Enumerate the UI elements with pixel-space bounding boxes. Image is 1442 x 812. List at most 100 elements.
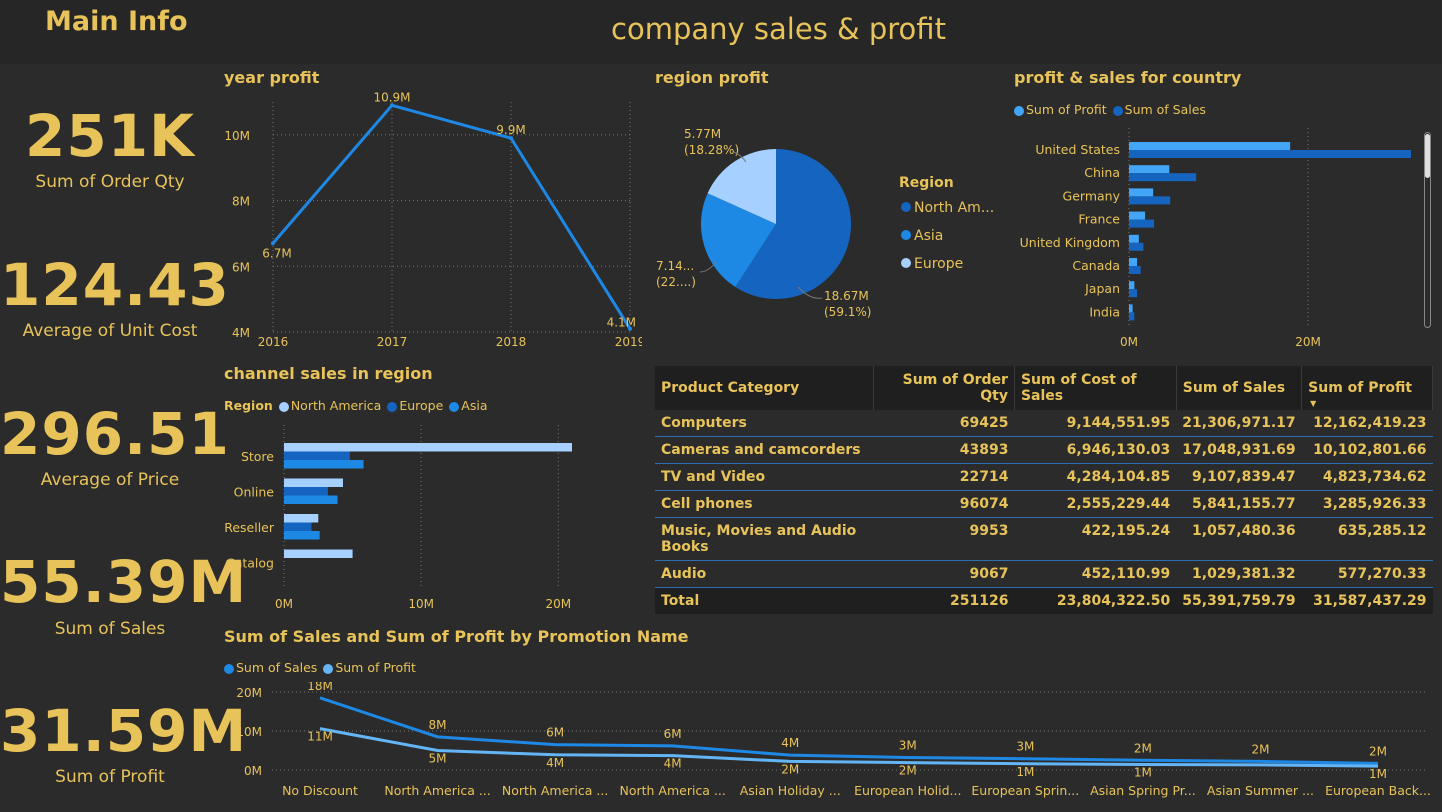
legend-item-europe[interactable]: Europe (387, 398, 443, 413)
table-cell: 96074 (873, 490, 1015, 518)
legend-item-profit[interactable]: Sum of Profit (1014, 102, 1107, 117)
legend-item-asia[interactable]: Asia (449, 398, 488, 413)
table-cell: 5,841,155.77 (1176, 490, 1302, 518)
bar (284, 451, 350, 460)
pie-legend-item: North Am... (914, 200, 994, 216)
legend-item-sum-profit[interactable]: Sum of Profit (323, 660, 416, 675)
bar (284, 478, 343, 487)
country-legend: Sum of Profit Sum of Sales (1014, 102, 1206, 117)
slice-label-europe: (18.28%) (684, 143, 739, 157)
data-label: 2M (1251, 742, 1269, 756)
x-tick-label: 0M (275, 597, 293, 611)
slice-label-north-america: 18.67M (824, 289, 869, 303)
category-label: France (1078, 212, 1120, 227)
col-header-order-qty[interactable]: Sum of Order Qty (873, 366, 1015, 410)
col-header-category[interactable]: Product Category (655, 366, 875, 410)
x-tick-label: European Back... (1325, 783, 1431, 798)
data-label: 18M (307, 682, 333, 693)
col-header-sales[interactable]: Sum of Sales (1176, 366, 1303, 410)
col-header-cost[interactable]: Sum of Cost of Sales (1014, 366, 1177, 410)
table-cell: 9067 (873, 560, 1015, 588)
year-profit-chart[interactable]: 4M 6M 8M 10M 2016 2017 2018 2019 6.7M 10.9M 9.9M 4.… (222, 90, 642, 352)
table-cell: 635,285.12 (1301, 517, 1433, 561)
table-cell: 1,029,381.32 (1176, 560, 1302, 588)
data-label: 8M (429, 718, 447, 732)
table-cell: 4,284,104.85 (1014, 463, 1177, 491)
data-label: 5M (429, 752, 447, 766)
bar (1129, 165, 1170, 174)
x-tick-label: Asian Holiday ... (740, 783, 841, 798)
table-cell: 422,195.24 (1014, 517, 1177, 561)
kpi-profit-value: 31.59M (0, 697, 248, 765)
table-row[interactable]: Music, Movies and Audio Books 9953 422,195… (655, 517, 1433, 561)
table-row[interactable]: Computers 69425 9,144,551.95 21,306,971.17 1… (655, 410, 1433, 437)
x-tick-label: European Sprin... (971, 783, 1079, 798)
data-label: 1M (1016, 765, 1034, 779)
channel-legend: Region North America Europe Asia (224, 398, 488, 413)
y-tick-label: 4M (232, 326, 250, 340)
bar (1129, 266, 1141, 274)
data-label: 2M (899, 764, 917, 778)
table-total-row: Total 251126 23,804,322.50 55,391,759.79 31,… (655, 587, 1433, 614)
kpi-unit-cost-label: Average of Unit Cost (22, 321, 198, 341)
table-row[interactable]: Cell phones 96074 2,555,229.44 5,841,155.77… (655, 490, 1433, 518)
table-row[interactable]: TV and Video 22714 4,284,104.85 9,107,839.4… (655, 463, 1433, 491)
slice-label-asia: 7.14... (656, 259, 694, 273)
slice-label-europe: 5.77M (684, 127, 721, 141)
bar (1129, 289, 1138, 298)
country-chart-title: profit & sales for country (1014, 68, 1242, 87)
bar (284, 443, 572, 452)
y-tick-label: 6M (232, 260, 250, 274)
table-cell: Cell phones (655, 490, 874, 518)
data-label: 6M (546, 726, 564, 740)
promotion-chart[interactable]: 0M 10M 20M No Discount North America ... Nort… (222, 682, 1437, 810)
table-row[interactable]: Cameras and camcorders 43893 6,946,130.03 1… (655, 436, 1433, 464)
y-tick-label: 10M (224, 129, 250, 143)
category-label: United States (1035, 142, 1120, 157)
pie-legend-item: Asia (914, 228, 943, 244)
col-header-profit[interactable]: Sum of Profit ▼ (1301, 366, 1433, 410)
legend-item-sum-sales[interactable]: Sum of Sales (224, 660, 317, 675)
legend-item-sales[interactable]: Sum of Sales (1112, 102, 1206, 117)
category-label: Japan (1084, 281, 1120, 296)
bar (1129, 312, 1135, 321)
channel-chart[interactable]: 0M 10M 20M Store Online Reseller Catalog (222, 420, 642, 616)
table-row[interactable]: Audio 9067 452,110.99 1,029,381.32 577,270.3… (655, 560, 1433, 588)
x-tick-label: European Holid... (854, 783, 961, 798)
bar (284, 460, 364, 469)
region-profit-chart[interactable]: 18.67M (59.1%) 7.14... (22....) 5.77M (18.28%… (650, 90, 1000, 352)
slice-label-north-america: (59.1%) (824, 305, 871, 319)
x-tick-label: 10M (408, 597, 434, 611)
product-category-table[interactable]: Product Category Sum of Order Qty Sum of… (655, 366, 1433, 614)
data-label: 9.9M (496, 123, 525, 137)
category-label: Online (234, 485, 275, 500)
category-label: China (1084, 165, 1120, 180)
x-tick-label: Asian Summer ... (1207, 783, 1314, 798)
bar (1129, 188, 1154, 197)
x-tick-label: 0M (1120, 335, 1138, 349)
country-chart[interactable]: 0M 20M United States China Germany France Unit… (1010, 128, 1420, 354)
pie-legend-title: Region (899, 175, 954, 191)
data-label: 1M (1134, 766, 1152, 780)
kpi-panel: 251K Sum of Order Qty 124.43 Average of … (0, 64, 248, 812)
category-label: Store (241, 449, 274, 464)
year-profit-title: year profit (224, 68, 320, 87)
year-profit-line (271, 103, 632, 330)
legend-marker (901, 230, 911, 240)
kpi-profit-label: Sum of Profit (55, 767, 165, 787)
y-tick-label: 20M (236, 686, 262, 700)
total-cell: Total (655, 587, 874, 614)
data-label: 6.7M (262, 246, 291, 260)
y-tick-label: 8M (232, 195, 250, 209)
table-cell: Audio (655, 560, 874, 588)
bar (284, 495, 338, 504)
legend-marker (901, 202, 911, 212)
legend-item-north-america[interactable]: North America (278, 398, 381, 413)
total-cell: 251126 (873, 587, 1015, 614)
y-tick-label: 10M (236, 725, 262, 739)
dashboard-title: company sales & profit (611, 12, 946, 46)
bar (1129, 242, 1144, 251)
bar (1129, 281, 1135, 290)
country-scroll-thumb[interactable] (1425, 134, 1430, 178)
sort-desc-icon[interactable]: ▼ (1310, 399, 1316, 408)
